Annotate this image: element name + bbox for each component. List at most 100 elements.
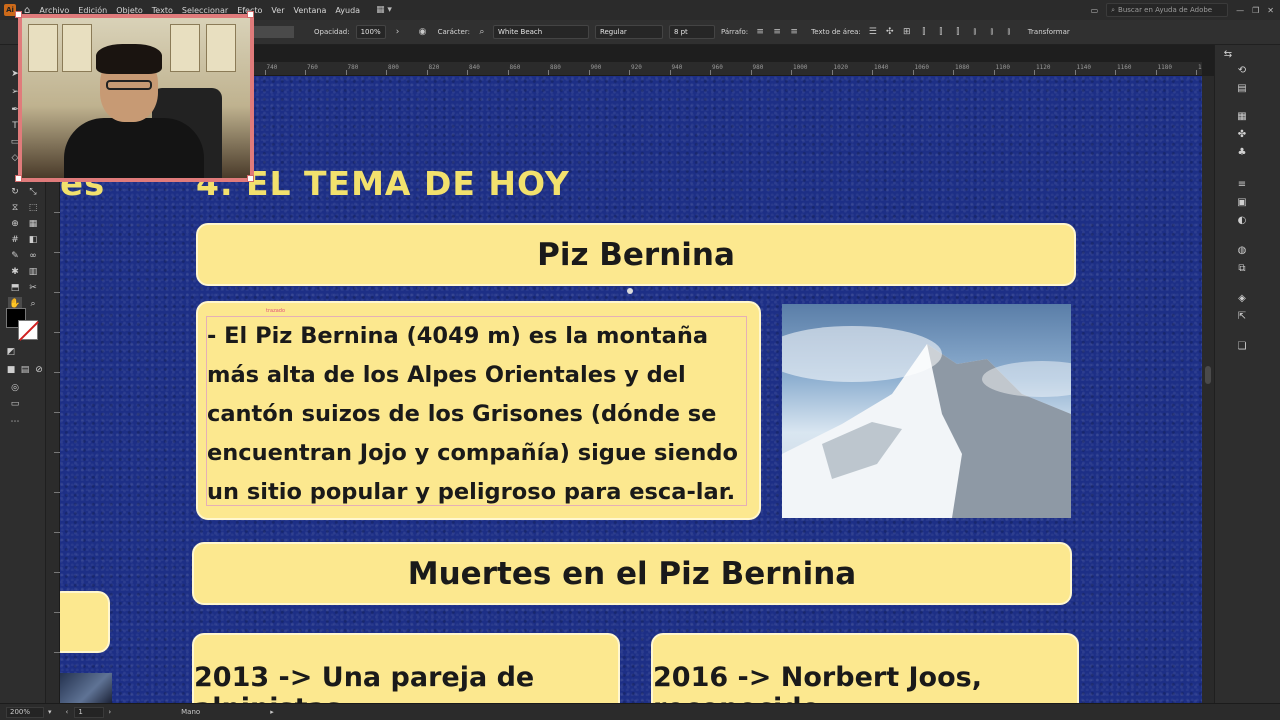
align-left-edges-icon[interactable]: ⫿	[918, 26, 930, 38]
transform-label[interactable]: Transformar	[1028, 28, 1070, 36]
align-h-center-icon[interactable]: ⫿	[935, 26, 947, 38]
recolor-icon[interactable]: ◉	[417, 26, 429, 38]
event-card-2016-text[interactable]: 2016 -> Norbert Joos, reconocido	[653, 662, 1077, 703]
default-colors-icon[interactable]: ◩	[4, 345, 18, 359]
appearance-icon[interactable]: ◍	[1235, 243, 1249, 257]
status-bar: 200% ▾ ‹ 1 › Mano ▸	[0, 703, 1280, 720]
graph-tool-icon[interactable]: ▥	[26, 265, 40, 279]
symbol-sprayer-tool-icon[interactable]: ✱	[8, 265, 22, 279]
restore-icon[interactable]: ❐	[1252, 6, 1259, 15]
artboard-prev-icon[interactable]: ‹	[66, 708, 69, 716]
shape-builder-tool-icon[interactable]: ⊕	[8, 217, 22, 231]
minimize-icon[interactable]: —	[1236, 6, 1244, 15]
font-search-icon[interactable]: ⌕	[476, 26, 488, 38]
header-piz-bernina-text[interactable]: Piz Bernina	[537, 237, 735, 273]
panel-toggle-icon[interactable]: ⇆	[1221, 47, 1235, 61]
menu-ayuda[interactable]: Ayuda	[335, 6, 360, 15]
vertical-scrollbar[interactable]	[1202, 76, 1214, 703]
opacity-field[interactable]: 100%	[355, 25, 386, 39]
resize-handle[interactable]	[247, 11, 254, 18]
ruler-tick	[993, 70, 995, 75]
none-mode-icon[interactable]: ⊘	[32, 363, 46, 377]
screen-mode-icon[interactable]: ▭	[8, 397, 22, 411]
font-size-field[interactable]: 8 pt	[668, 25, 715, 39]
properties-icon[interactable]: ⟲	[1235, 63, 1249, 77]
free-transform-tool-icon[interactable]: ⬚	[26, 201, 40, 215]
libraries-icon[interactable]: ▤	[1235, 81, 1249, 95]
resize-handle[interactable]	[247, 175, 254, 182]
resize-handle[interactable]	[15, 175, 22, 182]
event-card-2013-text[interactable]: 2013 -> Una pareja de alpinistas	[194, 662, 618, 703]
close-icon[interactable]: ✕	[1267, 6, 1274, 15]
zoom-tool-icon[interactable]: ⌕	[26, 297, 40, 311]
blend-tool-icon[interactable]: ∞	[26, 249, 40, 263]
more-tools-icon[interactable]: ⋯	[8, 415, 22, 429]
gradient-mode-icon[interactable]: ▤	[18, 363, 32, 377]
export-icon[interactable]: ⇱	[1235, 309, 1249, 323]
ruler-label: 920	[631, 64, 642, 71]
align-right-edges-icon[interactable]: ⫿	[952, 26, 964, 38]
align-v-center-icon[interactable]: ⫾	[986, 26, 998, 38]
layers-icon[interactable]: ◈	[1235, 291, 1249, 305]
align-objects-icon[interactable]: ⊞	[901, 26, 913, 38]
draw-mode-icon[interactable]: ◎	[8, 381, 22, 395]
resize-handle[interactable]	[15, 11, 22, 18]
chevron-down-icon[interactable]: ▾	[48, 708, 52, 716]
header-muertes-text[interactable]: Muertes en el Piz Bernina	[408, 556, 856, 592]
help-search-input[interactable]: ⌕ Buscar en Ayuda de Adobe	[1106, 3, 1229, 17]
ruler-tick	[872, 70, 873, 75]
header-box-piz-bernina[interactable]: Piz Bernina	[196, 223, 1076, 286]
status-menu-icon[interactable]: ▸	[270, 708, 274, 716]
color-mode-icon[interactable]: ■	[4, 363, 18, 377]
anchor-point[interactable]	[627, 288, 633, 294]
gradient-tool-icon[interactable]: ◧	[26, 233, 40, 247]
slice-tool-icon[interactable]: ✂	[26, 281, 40, 295]
thumbnail-image[interactable]	[60, 673, 112, 703]
font-family-field[interactable]: White Beach	[492, 25, 589, 39]
artboards-icon[interactable]: ❏	[1235, 339, 1249, 353]
artboard-next-icon[interactable]: ›	[108, 708, 111, 716]
menu-ver[interactable]: Ver	[271, 6, 284, 15]
artboard-number-field[interactable]: 1	[74, 706, 105, 718]
symbols-icon[interactable]: ♣	[1235, 145, 1249, 159]
stroke-swatch[interactable]	[18, 320, 38, 340]
description-box[interactable]: trazado - El Piz Bernina (4049 m) es la …	[196, 301, 761, 520]
mesh-tool-icon[interactable]: #	[8, 233, 22, 247]
side-yellow-box[interactable]	[60, 591, 110, 653]
puppet-warp-icon[interactable]: ✣	[884, 26, 896, 38]
artboard-tool-icon[interactable]: ⬒	[8, 281, 22, 295]
transparency-icon[interactable]: ◐	[1235, 213, 1249, 227]
font-style-field[interactable]: Regular	[594, 25, 663, 39]
align-top-edges-icon[interactable]: ⫾	[969, 26, 981, 38]
search-icon: ⌕	[1111, 5, 1116, 14]
align-left-icon[interactable]: ≡	[754, 26, 766, 38]
graphic-styles-icon[interactable]: ⧉	[1235, 261, 1249, 275]
area-text-options-icon[interactable]: ☰	[867, 26, 879, 38]
event-card-2013[interactable]: 2013 -> Una pareja de alpinistas	[192, 633, 620, 703]
arrange-documents-icon[interactable]: ▭	[1091, 6, 1099, 15]
webcam-overlay[interactable]	[18, 14, 254, 182]
stroke-panel-icon[interactable]: ≡	[1235, 177, 1249, 191]
zoom-field[interactable]: 200%	[6, 706, 44, 718]
description-text[interactable]: - El Piz Bernina (4049 m) es la montaña …	[207, 317, 747, 512]
menu-ventana[interactable]: Ventana	[293, 6, 326, 15]
width-tool-icon[interactable]: ⧖	[8, 201, 22, 215]
color-guide-icon[interactable]: ▦	[1235, 109, 1249, 123]
align-bottom-edges-icon[interactable]: ⫾	[1003, 26, 1015, 38]
chevron-right-icon[interactable]: ›	[392, 26, 404, 38]
header-box-muertes[interactable]: Muertes en el Piz Bernina	[192, 542, 1072, 605]
scrollbar-thumb[interactable]	[1205, 366, 1211, 384]
align-center-icon[interactable]: ≡	[771, 26, 783, 38]
rotate-tool-icon[interactable]: ↻	[8, 185, 22, 199]
workspace-switcher-icon[interactable]: ▦ ▾	[376, 5, 392, 15]
perspective-grid-tool-icon[interactable]: ▦	[26, 217, 40, 231]
align-right-icon[interactable]: ≡	[788, 26, 800, 38]
eyedropper-tool-icon[interactable]: ✎	[8, 249, 22, 263]
brushes-icon[interactable]: ✤	[1235, 127, 1249, 141]
ruler-tick	[386, 70, 387, 75]
mountain-photo[interactable]	[782, 304, 1071, 518]
ruler-tick	[305, 70, 306, 75]
event-card-2016[interactable]: 2016 -> Norbert Joos, reconocido	[651, 633, 1079, 703]
scale-tool-icon[interactable]: ⤡	[26, 185, 40, 199]
gradient-panel-icon[interactable]: ▣	[1235, 195, 1249, 209]
